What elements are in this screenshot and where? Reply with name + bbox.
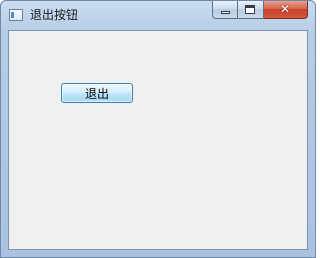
app-window: 退出按钮 ✕ 退出: [0, 0, 316, 258]
client-area: 退出: [8, 30, 308, 250]
title-bar[interactable]: 退出按钮 ✕: [1, 1, 315, 29]
maximize-button[interactable]: [238, 1, 264, 19]
window-controls: ✕: [212, 1, 308, 21]
close-button[interactable]: ✕: [264, 1, 308, 19]
exit-button[interactable]: 退出: [61, 83, 133, 103]
minimize-button[interactable]: [212, 1, 238, 19]
window-title: 退出按钮: [30, 8, 79, 22]
close-icon: ✕: [279, 2, 291, 16]
maximize-icon: [245, 5, 255, 14]
window-app-icon[interactable]: [9, 9, 23, 21]
minimize-icon: [221, 11, 230, 14]
